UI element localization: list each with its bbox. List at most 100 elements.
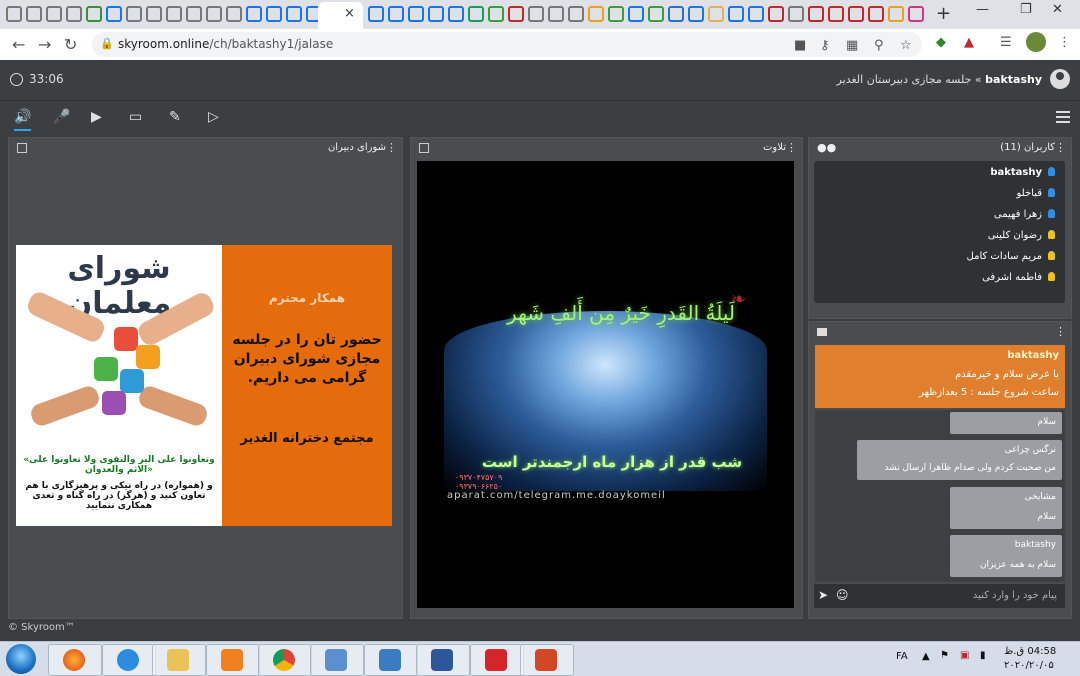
taskbar-acrobat[interactable]	[470, 644, 524, 676]
tab-favicon[interactable]	[106, 6, 122, 22]
panel-menu-icon[interactable]: ⋮	[386, 141, 397, 154]
tab-favicon[interactable]	[628, 6, 644, 22]
tab-favicon[interactable]	[828, 6, 844, 22]
whiteboard-brush-icon[interactable]: ✎	[169, 109, 181, 125]
restore-icon[interactable]: ❐	[1020, 2, 1032, 17]
tab-favicon[interactable]	[748, 6, 764, 22]
tray-flag-icon[interactable]: ⚑	[940, 650, 949, 661]
video-player[interactable]: لَیلَةُ القَدرِ خَیرٌ مِن أَلفِ شَهر ❧ ش…	[417, 161, 794, 608]
key-icon[interactable]: ⚷	[820, 38, 830, 53]
reload-icon[interactable]: ↻	[64, 35, 77, 54]
pdf-extension-icon[interactable]: ▲	[964, 35, 974, 50]
language-indicator[interactable]: FA	[896, 651, 908, 662]
start-button[interactable]	[6, 644, 36, 674]
tab-favicon[interactable]	[708, 6, 724, 22]
tab-favicon[interactable]	[186, 6, 202, 22]
webcam-icon[interactable]: ▶	[91, 109, 102, 125]
taskbar-ie[interactable]	[102, 644, 156, 676]
tab-favicon[interactable]	[66, 6, 82, 22]
tab-favicon[interactable]	[768, 6, 784, 22]
chat-input[interactable]: ➤ ☺ پیام خود را وارد کنید	[814, 584, 1065, 608]
tab-favicon[interactable]	[488, 6, 504, 22]
tab-favicon[interactable]	[46, 6, 62, 22]
media-icon[interactable]: ▷	[208, 109, 219, 125]
taskbar-powerpoint[interactable]	[520, 644, 574, 676]
bookmark-star-icon[interactable]: ☆	[900, 38, 912, 53]
user-list-item[interactable]: زهرا فهیمی	[994, 209, 1055, 220]
emoji-icon[interactable]: ☺	[836, 588, 849, 602]
send-icon[interactable]: ➤	[818, 588, 828, 602]
zoom-icon[interactable]: ⚲	[874, 38, 884, 53]
screen-share-icon[interactable]: ▭	[129, 109, 142, 125]
tab-favicon[interactable]	[668, 6, 684, 22]
close-window-icon[interactable]: ✕	[1052, 2, 1063, 17]
tab-favicon[interactable]	[368, 6, 384, 22]
tab-favicon[interactable]	[648, 6, 664, 22]
tab-favicon[interactable]	[888, 6, 904, 22]
tab-favicon[interactable]	[448, 6, 464, 22]
tab-favicon[interactable]	[608, 6, 624, 22]
taskbar-remote[interactable]	[364, 644, 418, 676]
tab-favicon[interactable]	[588, 6, 604, 22]
extension-icon[interactable]: ◆	[936, 35, 946, 50]
signal-icon[interactable]: ▮	[980, 650, 986, 661]
forward-icon[interactable]: →	[38, 35, 51, 54]
taskbar-chrome[interactable]	[258, 644, 312, 676]
tab-favicon[interactable]	[226, 6, 242, 22]
tray-time[interactable]: 04:58 ق.ظ	[1004, 646, 1056, 657]
back-icon[interactable]: ←	[12, 35, 25, 54]
translate-icon[interactable]: ▦	[846, 38, 858, 53]
tab-favicon[interactable]	[388, 6, 404, 22]
pip-icon[interactable]	[17, 143, 27, 153]
tab-favicon[interactable]	[206, 6, 222, 22]
tray-arrow-icon[interactable]: ▲	[922, 651, 930, 662]
tab-favicon[interactable]	[688, 6, 704, 22]
speaker-icon[interactable]: 🔊	[14, 109, 32, 131]
taskbar-media-player[interactable]	[206, 644, 260, 676]
tab-favicon[interactable]	[808, 6, 824, 22]
tab-favicon[interactable]	[868, 6, 884, 22]
panel-menu-icon[interactable]: ⋮	[786, 141, 797, 154]
user-list-item[interactable]: قباخلو	[1016, 188, 1055, 199]
account-icon[interactable]	[1050, 69, 1070, 89]
tab-favicon[interactable]	[428, 6, 444, 22]
user-list-item[interactable]: فاطمه اشرفی	[982, 272, 1055, 283]
tab-favicon[interactable]	[266, 6, 282, 22]
network-error-icon[interactable]: ▣	[960, 650, 969, 661]
tab-favicon[interactable]	[26, 6, 42, 22]
tab-favicon[interactable]	[146, 6, 162, 22]
address-bar[interactable]: 🔒 skyroom.online/ch/baktashy1/jalase ■ ⚷…	[92, 32, 922, 57]
profile-avatar[interactable]	[1026, 32, 1046, 52]
tab-favicon[interactable]	[548, 6, 564, 22]
tab-favicon[interactable]	[166, 6, 182, 22]
tab-favicon[interactable]	[246, 6, 262, 22]
tab-active[interactable]	[318, 2, 363, 29]
user-list-item[interactable]: رضوان کلینی	[988, 230, 1055, 241]
user-list-item[interactable]: baktashy	[990, 167, 1055, 178]
tab-favicon[interactable]	[408, 6, 424, 22]
tab-favicon[interactable]	[126, 6, 142, 22]
tab-close-icon[interactable]: ×	[344, 6, 355, 21]
browser-menu-icon[interactable]: ⋮	[1058, 35, 1071, 50]
tab-favicon[interactable]	[468, 6, 484, 22]
tab-favicon[interactable]	[528, 6, 544, 22]
tab-favicon[interactable]	[848, 6, 864, 22]
panel-menu-icon[interactable]: ⋮	[1055, 141, 1066, 154]
tab-favicon[interactable]	[508, 6, 524, 22]
tab-favicon[interactable]	[286, 6, 302, 22]
reading-list-icon[interactable]: ☰	[1000, 35, 1012, 50]
new-tab-button[interactable]: +	[936, 3, 951, 24]
app-menu-icon[interactable]	[1056, 111, 1070, 126]
taskbar-firefox[interactable]	[48, 644, 102, 676]
tab-favicon[interactable]	[86, 6, 102, 22]
tab-favicon[interactable]	[6, 6, 22, 22]
panel-menu-icon[interactable]: ⋮	[1055, 325, 1066, 338]
minimize-icon[interactable]: —	[976, 2, 989, 17]
tab-favicon[interactable]	[728, 6, 744, 22]
taskbar-word[interactable]	[416, 644, 470, 676]
taskbar-control-panel[interactable]	[310, 644, 364, 676]
tab-favicon[interactable]	[908, 6, 924, 22]
pip-icon[interactable]	[419, 143, 429, 153]
tray-date[interactable]: ۲۰۲۰/۲۰/۰۵	[1004, 660, 1054, 671]
mic-muted-icon[interactable]: 🎤	[53, 109, 70, 125]
